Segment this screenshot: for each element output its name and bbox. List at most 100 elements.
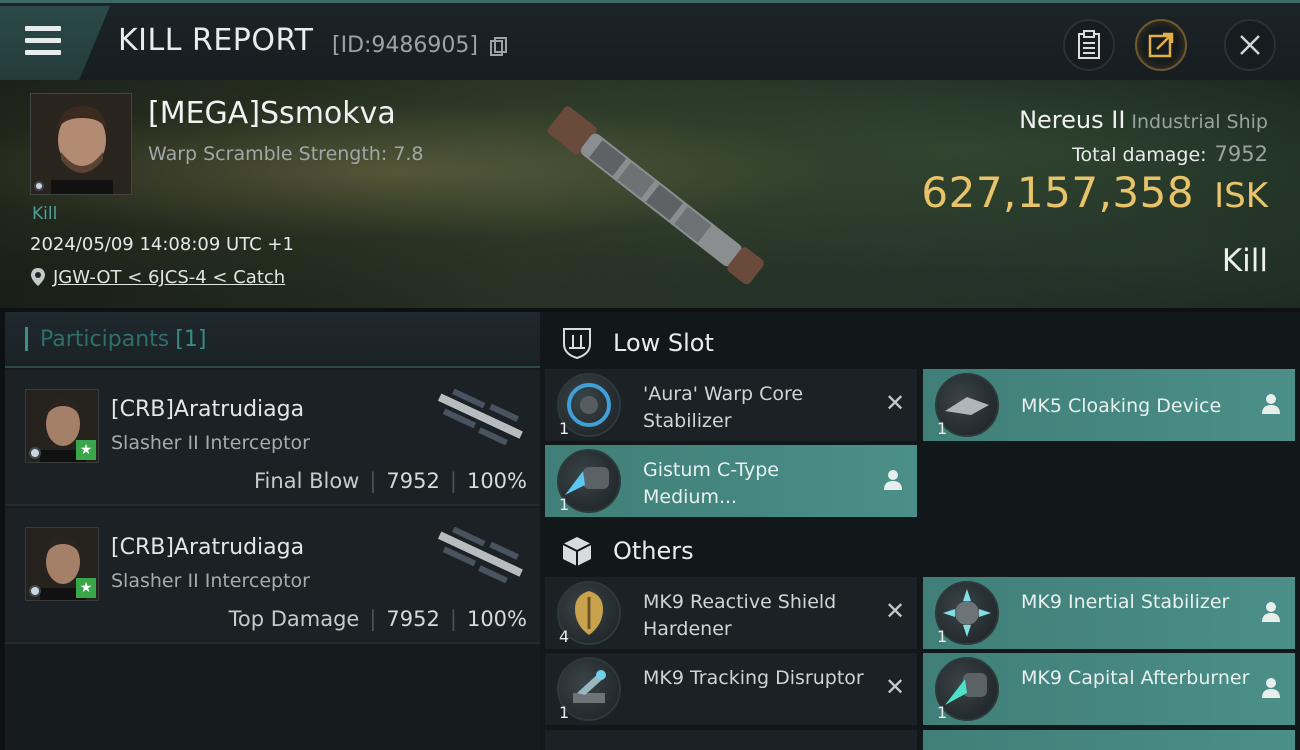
module-item[interactable]: 1 MK9 Tracking Disruptor ✕ [545,653,917,725]
low-slot-icon [563,328,591,360]
participants-count: [1] [175,327,207,352]
participant-role: Final Blow [254,469,360,493]
isk-unit: ISK [1214,176,1268,216]
victim-portrait[interactable] [30,93,132,195]
isk-value-line: 627,157,358 ISK [921,168,1268,217]
location-pin-icon [31,268,45,286]
ship-name-line: Nereus II Industrial Ship [1019,106,1268,134]
participant-card[interactable]: ★ [CRB]Aratrudiaga Slasher II Intercepto… [5,508,540,644]
participants-title-text: Participants [40,327,170,352]
participants-title: Participants [1] [40,327,206,352]
module-item[interactable]: 1 MK9 Inertial Stabilizer [923,577,1295,649]
total-damage-line: Total damage: 7952 [1072,142,1268,166]
corp-badge [29,585,41,597]
participant-avatar: ★ [25,389,99,463]
person-icon [1262,678,1280,698]
result-label: Kill [1221,243,1268,279]
destroyed-icon: ✕ [884,597,906,625]
box-icon [562,537,592,566]
close-button[interactable] [1224,19,1276,71]
person-icon [884,470,902,490]
person-icon [1262,602,1280,622]
participant-ship-image [437,526,523,584]
module-item[interactable]: 1 Gistum C-Type Medium... [545,445,917,517]
low-slot-header: Low Slot [540,314,1300,370]
module-name: MK5 Cloaking Device [1021,395,1222,417]
clipboard-icon [1078,30,1100,59]
module-item[interactable]: 4 MK9 Reactive Shield Hardener ✕ [545,577,917,649]
module-name: 'Aura' Warp Core Stabilizer [643,383,804,432]
others-title: Others [613,537,694,565]
stat-separator: | [449,469,457,493]
person-icon [1262,394,1280,414]
module-quantity: 1 [559,495,570,514]
menu-button[interactable] [0,6,110,80]
page-title: KILL REPORT [118,23,314,58]
module-quantity: 1 [559,419,570,438]
warp-scramble-strength: Warp Scramble Strength: 7.8 [148,143,424,165]
ship-image [547,106,764,285]
stat-separator: | [369,469,377,493]
share-button[interactable] [1135,19,1187,71]
participant-card[interactable]: ★ [CRB]Aratrudiaga Slasher II Intercepto… [5,370,540,506]
destroyed-icon: ✕ [884,389,906,417]
menu-icon-bar [25,50,61,55]
participant-name[interactable]: [CRB]Aratrudiaga [111,535,304,560]
fitting-panel: Low Slot 1 'Aura' Warp Core Stabilizer ✕… [540,312,1300,750]
participants-panel: Participants [1] ★ [CRB]Aratrudiaga Slash… [5,312,540,750]
stat-separator: | [369,607,377,631]
total-damage-label: Total damage: [1072,144,1207,166]
participant-avatar: ★ [25,527,99,601]
participant-role: Top Damage [228,607,360,631]
module-item-partial[interactable] [923,730,1295,750]
victim-name[interactable]: [MEGA]Ssmokva [148,96,396,131]
module-name: Gistum C-Type Medium... [643,459,779,508]
participant-name[interactable]: [CRB]Aratrudiaga [111,397,304,422]
participant-ship: Slasher II Interceptor [111,570,310,592]
participant-stats: Top Damage | 7952 | 100% [229,607,527,631]
corp-badge [29,447,41,459]
module-quantity: 4 [559,627,570,646]
kill-id: [ID:9486905] [332,33,478,58]
top-bar: KILL REPORT [ID:9486905] [0,0,1300,80]
copy-icon[interactable] [490,37,508,57]
star-icon: ★ [76,578,96,598]
isk-value: 627,157,358 [921,168,1195,217]
kill-datetime: 2024/05/09 14:08:09 UTC +1 [30,234,294,255]
participant-percent: 100% [466,469,527,493]
star-icon: ★ [76,440,96,460]
low-slot-title: Low Slot [613,329,714,357]
ship-class: Industrial Ship [1131,111,1268,133]
destroyed-icon: ✕ [884,673,906,701]
participant-percent: 100% [466,607,527,631]
ship-name[interactable]: Nereus II [1019,106,1125,134]
header-accent [25,327,28,351]
participant-ship: Slasher II Interceptor [111,432,310,454]
module-name: MK9 Reactive Shield Hardener [643,591,837,640]
total-damage-value: 7952 [1214,142,1268,166]
module-name: MK9 Capital Afterburner [1021,667,1250,689]
avatar [31,94,131,194]
stat-separator: | [449,607,457,631]
participant-damage: 7952 [386,469,440,493]
module-name: MK9 Inertial Stabilizer [1021,591,1230,613]
others-header: Others [540,522,1300,578]
module-item-partial[interactable] [545,730,917,750]
kill-type-tag: Kill [32,204,58,224]
participants-header: Participants [1] [5,312,540,368]
victim-summary: [MEGA]Ssmokva Warp Scramble Strength: 7.… [0,80,1300,308]
menu-icon-bar [25,38,61,43]
module-quantity: 1 [937,419,948,438]
module-item[interactable]: 1 MK5 Cloaking Device [923,369,1295,441]
module-item[interactable]: 1 MK9 Capital Afterburner [923,653,1295,725]
module-quantity: 1 [937,627,948,646]
module-item[interactable]: 1 'Aura' Warp Core Stabilizer ✕ [545,369,917,441]
participant-ship-image [437,388,523,446]
menu-icon [25,26,61,31]
location-link[interactable]: JGW-OT < 6JCS-4 < Catch [53,267,285,288]
share-icon [1148,32,1174,58]
module-name: MK9 Tracking Disruptor [643,667,864,689]
module-quantity: 1 [559,703,570,722]
participant-stats: Final Blow | 7952 | 100% [254,469,527,493]
clipboard-button[interactable] [1063,19,1115,71]
